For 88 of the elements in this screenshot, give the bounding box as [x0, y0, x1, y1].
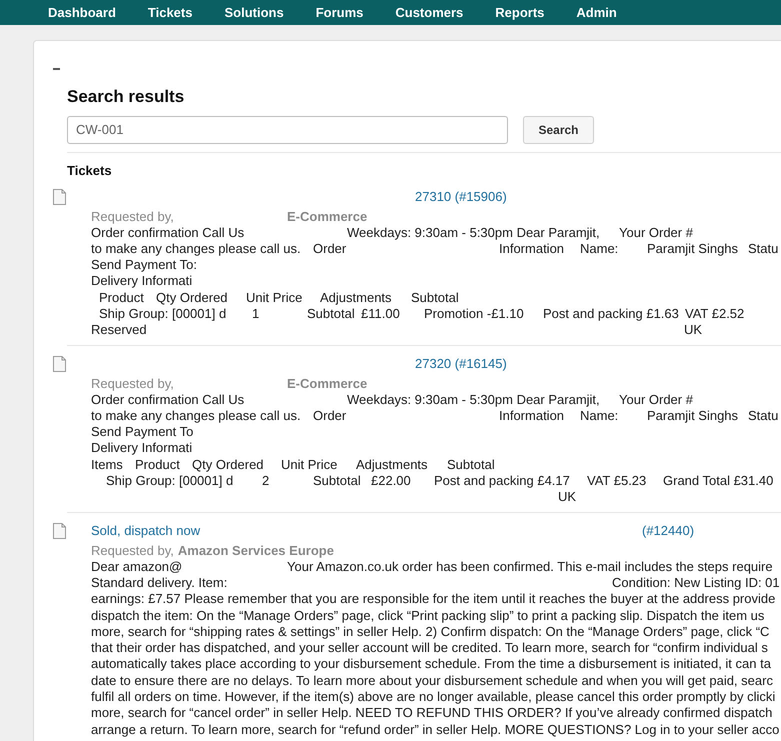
ticket-text: Statu [748, 240, 778, 256]
ticket-text: date to ensure there are no delays. To learn more about your disbursement schedule and when you will get paid, searc [91, 672, 773, 688]
ticket-text: Information [499, 408, 564, 423]
ticket-text: Send Payment To: [91, 257, 197, 272]
ticket-text: Unit Price [246, 290, 302, 305]
ticket-text: Adjustments [320, 290, 392, 305]
ticket-text: Your Order # [619, 392, 693, 407]
ticket-link[interactable]: 27310 (#15906) [415, 188, 507, 204]
search-field[interactable]: CW-001 [67, 116, 508, 144]
ticket-text: that their order has dispatched, and your seller account will be credited. To learn more, search for “confirm individual s [91, 640, 768, 656]
ticket-text: Subtotal [411, 290, 459, 305]
minus-icon[interactable] [53, 68, 60, 70]
ticket-text: Delivery Informati [91, 273, 192, 288]
ticket-text: Items [91, 456, 123, 472]
nav-link[interactable]: Customers [395, 4, 464, 20]
ticket-text: Condition: New Listing ID: 01 [612, 574, 780, 590]
ticket-text: Ship Group: [00001] d [99, 306, 226, 321]
ticket-text: fulfil all orders on time. However, if the item(s) above are no longer available, please cancel this order promptly by clicki [91, 689, 776, 704]
ticket-text: Delivery Informati [91, 440, 192, 456]
ticket-text: Dear amazon@ [91, 558, 182, 574]
requested-by-label: Requested by, [91, 376, 174, 391]
nav-link[interactable]: Forums [316, 4, 364, 20]
ticket-text: Subtotal [307, 306, 355, 321]
nav-link[interactable]: Dashboard [48, 4, 116, 20]
ticket-text: Information [499, 240, 564, 256]
ticket-text: Subtotal [313, 473, 361, 488]
ticket-text: Paramjit Singhs [647, 408, 738, 423]
ticket-text: Reserved [91, 322, 147, 338]
ticket-text: 2 [262, 473, 270, 488]
nav-link[interactable]: Admin [576, 4, 617, 20]
ticket-text: more, search for “shipping rates & settings” in seller Help. 2) Confirm dispatch: On the “Manage Orders” page, click “C [91, 624, 770, 639]
ticket-text: earnings: £7.57 Please remember that you are responsible for the item until it reaches the buyer at the address provide [91, 591, 776, 606]
requester-name: E-Commerce [287, 208, 368, 224]
ticket-text: to make any changes please call us. [91, 240, 301, 256]
ticket-text: Ship Group: [00001] d [106, 473, 234, 488]
ticket-text: Send Payment To [91, 424, 194, 440]
ticket-text: Your Order # [619, 224, 693, 240]
ticket-text: UK [684, 322, 702, 338]
document-icon [53, 188, 66, 204]
document-icon [53, 356, 66, 372]
ticket-text: UK [558, 489, 576, 504]
search-results-heading: Search results [67, 86, 184, 106]
nav-link[interactable]: Solutions [224, 4, 284, 20]
ticket-text: Weekdays: 9:30am - 5:30pm Dear Paramjit, [347, 392, 600, 407]
ticket-text: Qty Ordered [156, 290, 228, 305]
ticket-text: Order confirmation Call Us [91, 224, 244, 240]
ticket-text: Subtotal [447, 456, 495, 472]
ticket-text: Paramjit Singhs [647, 240, 738, 256]
ticket-text: Unit Price [281, 456, 338, 472]
ticket-text: Product [99, 290, 144, 305]
ticket-link[interactable]: 27320 (#16145) [415, 356, 507, 371]
ticket-text: Order [313, 240, 346, 256]
ticket-text: £11.00 [361, 306, 400, 321]
ticket-text: Post and packing £1.63 [543, 306, 679, 321]
ticket-text: Adjustments [356, 456, 428, 472]
requested-by-label: Requested by, [91, 208, 174, 224]
ticket-text: Grand Total £31.40 [663, 473, 774, 488]
ticket-text: Promotion -£1.10 [424, 306, 524, 321]
ticket-text: VAT £5.23 [587, 473, 646, 488]
ticket-text: Your Amazon.co.uk order has been confirmed. This e-mail includes the steps require [287, 558, 773, 574]
ticket-text: Weekdays: 9:30am - 5:30pm Dear Paramjit, [347, 224, 600, 240]
ticket-text: automatically takes place according to your disbursement schedule. From the time a disbursement is initiated, it can ta [91, 656, 771, 672]
ticket-text: Qty Ordered [192, 456, 264, 472]
ticket-text: Name: [580, 240, 618, 256]
ticket-text: Name: [580, 408, 618, 423]
nav-link[interactable]: Tickets [148, 4, 192, 20]
requester-name: Amazon Services Europe [178, 542, 334, 559]
ticket-text: dispatch the item: On the “Manage Orders” page, click “Print packing slip” to print a packing slip. Dispatch the item us [91, 608, 764, 623]
ticket-text: arrange a return. To learn more, search for “refund order” in seller Help. MORE QUESTIONS? Log in to your seller acco [91, 722, 780, 737]
ticket-text: £22.00 [371, 473, 411, 488]
ticket-text: Product [135, 456, 180, 472]
tickets-heading: Tickets [67, 162, 112, 178]
ticket-text: VAT £2.52 [685, 306, 744, 321]
search-button[interactable]: Search [523, 116, 594, 144]
requested-by-label: Requested by, [91, 542, 174, 558]
document-icon [53, 522, 66, 539]
ticket-text: 1 [252, 306, 260, 321]
ticket-link[interactable]: Sold, dispatch now [91, 522, 200, 538]
requester-name: E-Commerce [287, 376, 368, 392]
ticket-text: more, search for “cancel order” in seller Help. NEED TO REFUND THIS ORDER? If you’ve already confirmed dispatch [91, 705, 772, 720]
ticket-text: to make any changes please call us. [91, 408, 301, 423]
ticket-text: Order confirmation Call Us [91, 392, 244, 407]
nav-link[interactable]: Reports [495, 4, 544, 20]
ticket-text: Post and packing £4.17 [434, 473, 570, 488]
ticket-link[interactable]: (#12440) [642, 522, 694, 538]
ticket-text: Order [313, 408, 346, 423]
ticket-text: Statu [748, 408, 778, 423]
ticket-text: Standard delivery. Item: [91, 574, 228, 590]
